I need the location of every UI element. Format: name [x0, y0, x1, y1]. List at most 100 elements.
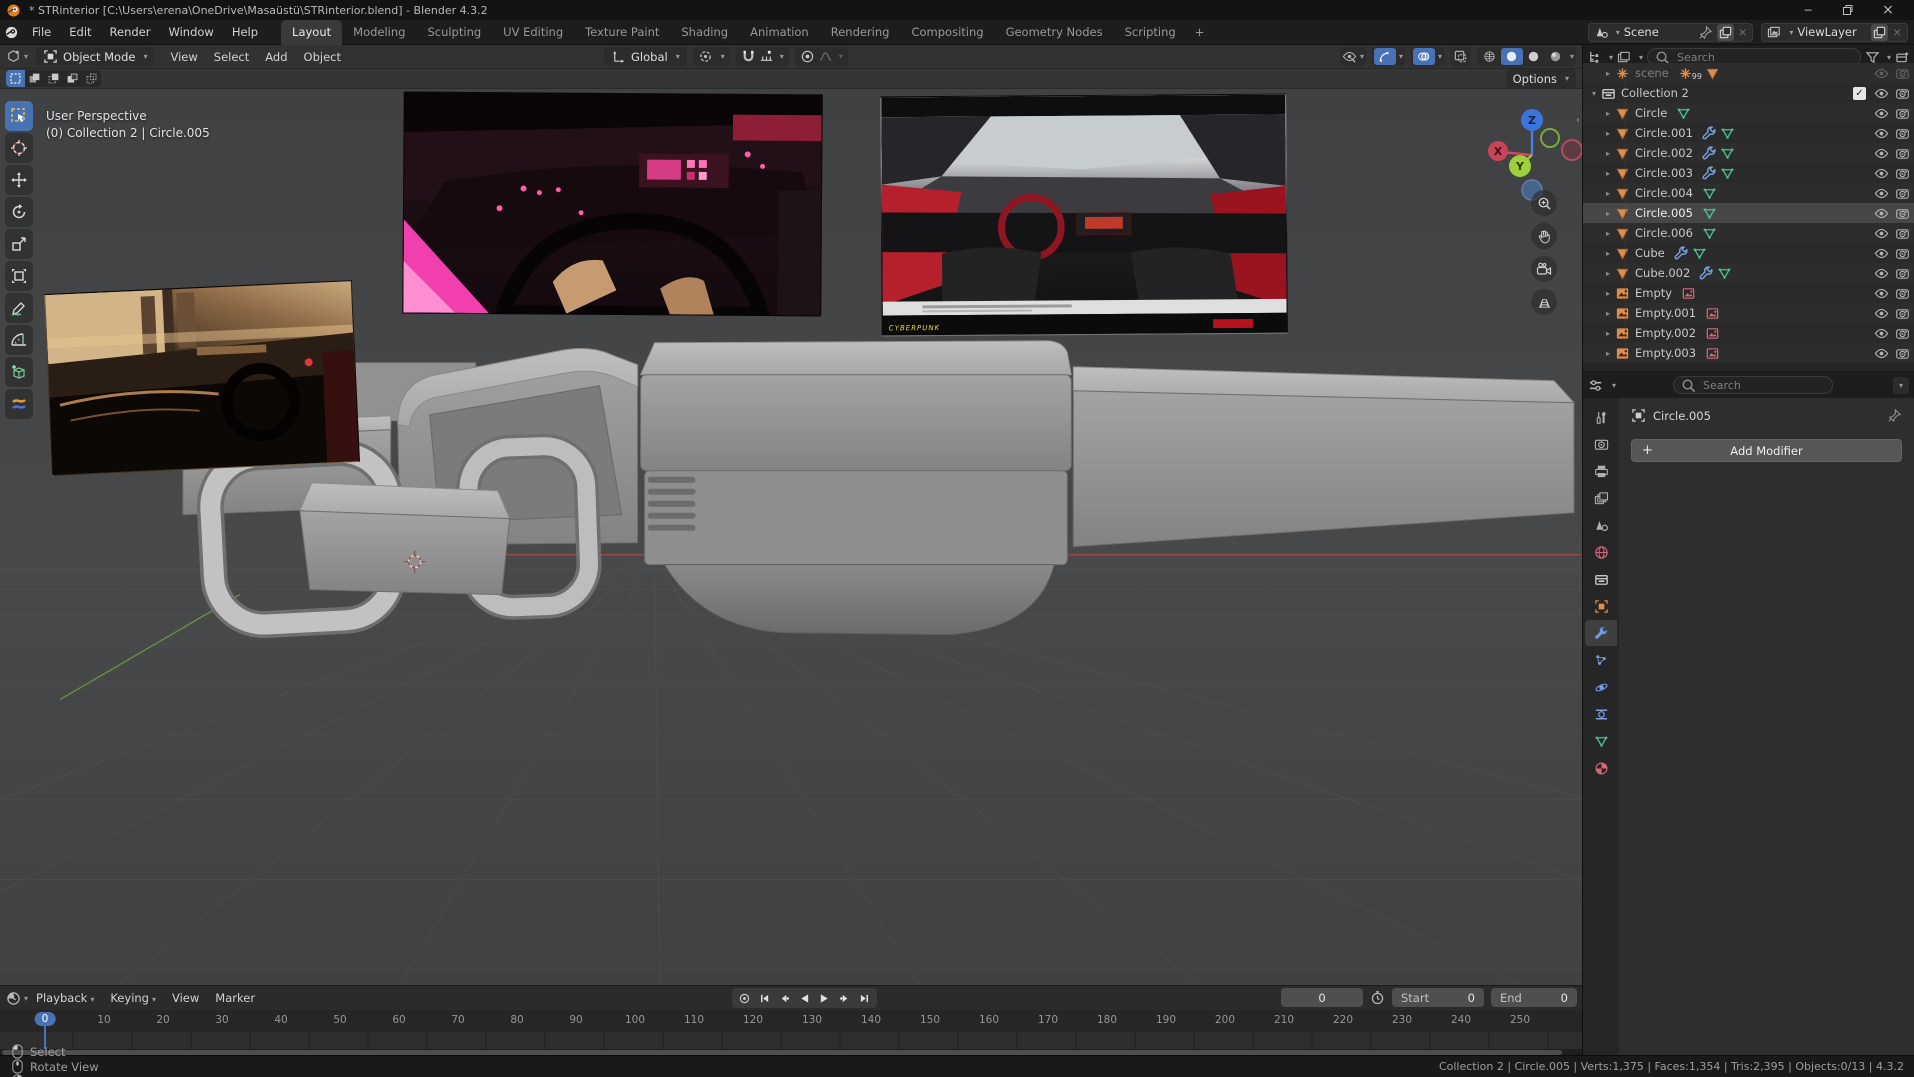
frame-tick-230[interactable]: 230 — [1392, 1014, 1412, 1026]
shading-solid-icon[interactable] — [1501, 48, 1523, 65]
timeline-menu-keying[interactable]: Keying▾ — [102, 987, 164, 1009]
camera-icon[interactable] — [1895, 266, 1910, 281]
eye-icon[interactable] — [1874, 226, 1889, 241]
frame-tick-120[interactable]: 120 — [743, 1014, 763, 1026]
eye-icon[interactable] — [1874, 86, 1889, 101]
outliner-row-circle[interactable]: ▸Circle — [1583, 103, 1914, 123]
camera-icon[interactable] — [1895, 146, 1910, 161]
timeline-body[interactable]: 0102030405060708090100110120130140150160… — [0, 1010, 1582, 1056]
expander-icon[interactable]: ▸ — [1601, 189, 1615, 198]
frame-tick-220[interactable]: 220 — [1333, 1014, 1353, 1026]
timeline-ruler[interactable]: 0102030405060708090100110120130140150160… — [0, 1010, 1582, 1032]
breadcrumb-object-name[interactable]: Circle.005 — [1653, 409, 1711, 423]
expander-icon[interactable]: ▸ — [1601, 69, 1615, 78]
new-scene-icon[interactable] — [1717, 24, 1734, 41]
camera-view-button[interactable] — [1531, 256, 1557, 282]
eye-icon[interactable] — [1874, 266, 1889, 281]
frame-tick-140[interactable]: 140 — [861, 1014, 881, 1026]
gizmo-neg-x[interactable] — [1562, 140, 1582, 160]
overlays-toggle[interactable]: ▾ — [1411, 47, 1444, 66]
tool-annotate[interactable] — [5, 293, 33, 323]
viewport-menu-object[interactable]: Object — [296, 46, 349, 68]
select-mode-subtract[interactable] — [44, 70, 63, 87]
workspace-tab-modeling[interactable]: Modeling — [342, 20, 416, 45]
remove-viewlayer-icon[interactable]: × — [1892, 25, 1902, 39]
xray-toggle[interactable] — [1450, 47, 1471, 66]
frame-tick-80[interactable]: 80 — [510, 1014, 523, 1026]
camera-icon[interactable] — [1895, 86, 1910, 101]
properties-tab-scene[interactable] — [1585, 512, 1617, 538]
tool-addon-tool[interactable] — [5, 389, 33, 419]
outliner-row-circle-003[interactable]: ▸Circle.003 — [1583, 163, 1914, 183]
shading-rendered-icon[interactable] — [1545, 48, 1567, 65]
outliner-row-scene[interactable]: ▸scene99 — [1583, 63, 1914, 83]
outliner-row-circle-006[interactable]: ▸Circle.006 — [1583, 223, 1914, 243]
eye-icon[interactable] — [1874, 126, 1889, 141]
proportional-edit-group[interactable]: ▾ — [795, 47, 848, 66]
expander-icon[interactable]: ▸ — [1601, 149, 1615, 158]
frame-tick-60[interactable]: 60 — [392, 1014, 405, 1026]
workspace-tab-scripting[interactable]: Scripting — [1114, 20, 1187, 45]
expander-icon[interactable]: ▸ — [1601, 229, 1615, 238]
stopwatch-icon[interactable] — [1370, 990, 1385, 1005]
new-viewlayer-icon[interactable] — [1871, 24, 1888, 41]
frame-tick-240[interactable]: 240 — [1451, 1014, 1471, 1026]
tool-cursor[interactable] — [5, 133, 33, 163]
eye-icon[interactable] — [1874, 326, 1889, 341]
expander-icon[interactable]: ▸ — [1601, 269, 1615, 278]
perspective-toggle-button[interactable] — [1531, 289, 1557, 315]
expander-icon[interactable]: ▸ — [1601, 169, 1615, 178]
collection-checkbox[interactable]: ✓ — [1853, 87, 1866, 100]
camera-icon[interactable] — [1895, 186, 1910, 201]
properties-tab-object[interactable] — [1585, 593, 1617, 619]
workspace-tab-shading[interactable]: Shading — [670, 20, 739, 45]
properties-search-input[interactable] — [1701, 378, 1825, 393]
options-dropdown[interactable]: Options ▾ — [1506, 69, 1576, 88]
gizmo-icon[interactable] — [1374, 48, 1396, 65]
add-workspace-button[interactable]: + — [1187, 21, 1213, 43]
properties-tab-output[interactable] — [1585, 458, 1617, 484]
mode-selector[interactable]: Object Mode ▾ — [36, 47, 154, 66]
timeline-menu-view[interactable]: View — [164, 987, 207, 1009]
frame-tick-160[interactable]: 160 — [979, 1014, 999, 1026]
tool-transform[interactable] — [5, 261, 33, 291]
outliner-row-empty-003[interactable]: ▸Empty.003 — [1583, 343, 1914, 363]
playback-play-button[interactable] — [815, 989, 834, 1007]
properties-editor[interactable]: ▾ ▾ Circle.005 — [1583, 372, 1914, 1055]
editor-type-timeline-icon[interactable] — [6, 991, 21, 1006]
frame-tick-130[interactable]: 130 — [802, 1014, 822, 1026]
expander-icon[interactable]: ▸ — [1601, 129, 1615, 138]
camera-icon[interactable] — [1895, 106, 1910, 121]
frame-tick-90[interactable]: 90 — [569, 1014, 582, 1026]
camera-icon[interactable] — [1895, 286, 1910, 301]
close-button[interactable]: × — [1868, 0, 1908, 20]
eye-icon[interactable] — [1874, 346, 1889, 361]
select-mode-extend[interactable] — [25, 70, 44, 87]
tool-measure[interactable] — [5, 325, 33, 355]
frame-tick-110[interactable]: 110 — [684, 1014, 704, 1026]
frame-tick-30[interactable]: 30 — [215, 1014, 228, 1026]
frame-tick-50[interactable]: 50 — [333, 1014, 346, 1026]
outliner-row-cube[interactable]: ▸Cube — [1583, 243, 1914, 263]
gizmos-toggle[interactable]: ▾ — [1372, 47, 1405, 66]
reference-image-concept[interactable]: CYBERPUNK — [880, 94, 1288, 337]
gizmo-neg-y[interactable] — [1541, 129, 1559, 147]
workspace-tab-geometry-nodes[interactable]: Geometry Nodes — [995, 20, 1114, 45]
expander-icon[interactable]: ▾ — [1587, 89, 1601, 98]
outliner-row-empty-001[interactable]: ▸Empty.001 — [1583, 303, 1914, 323]
properties-options-icon[interactable]: ▾ — [1893, 377, 1909, 394]
select-mode-invert[interactable] — [63, 70, 82, 87]
tool-rotate[interactable] — [5, 197, 33, 227]
eye-icon[interactable] — [1874, 106, 1889, 121]
eye-icon[interactable] — [1874, 286, 1889, 301]
camera-icon[interactable] — [1895, 126, 1910, 141]
reference-image-cockpit[interactable] — [402, 92, 823, 317]
properties-tab-world[interactable] — [1585, 539, 1617, 565]
pin-icon[interactable] — [1887, 408, 1902, 423]
camera-icon[interactable] — [1895, 326, 1910, 341]
viewport-3d[interactable]: ▾ Object Mode ▾ ViewSelectAddObject Glob… — [0, 45, 1583, 985]
eye-icon[interactable] — [1874, 306, 1889, 321]
gizmo-y-label[interactable]: Y — [1515, 160, 1525, 173]
outliner-editor[interactable]: ▾ ▾ ▾ ▸scene99▾Collection 2✓▸Circle▸Circ… — [1583, 45, 1914, 372]
timeline-menu-marker[interactable]: Marker — [207, 987, 263, 1009]
